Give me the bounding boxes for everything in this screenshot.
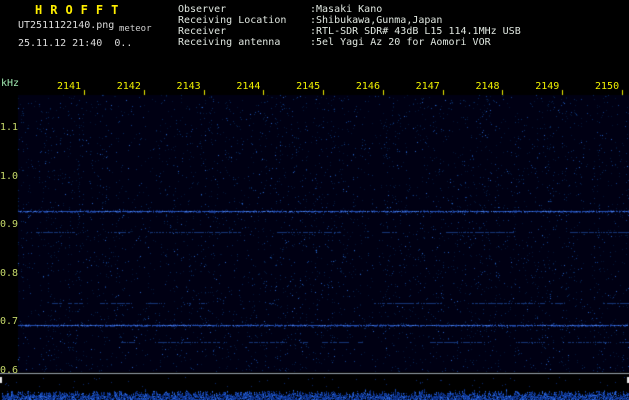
observation-mode: meteor <box>119 24 152 34</box>
time-tick-label: 2149 <box>535 81 560 92</box>
freq-tick-label: 0.9 <box>0 219 19 230</box>
timestamp: 25.11.12 21:40 0.. <box>18 38 133 49</box>
station-info-label: Observer <box>178 4 227 15</box>
time-tick-label: 2144 <box>236 81 261 92</box>
time-tick-label: 2143 <box>176 81 201 92</box>
freq-tick-label: 1.1 <box>0 122 19 133</box>
output-filename: UT2511122140.png <box>18 20 115 31</box>
time-tick-label: 2147 <box>415 81 440 92</box>
station-info-value: :5el Yagi Az 20 for Aomori VOR <box>310 37 491 48</box>
time-tick-label: 2145 <box>296 81 321 92</box>
station-info-label: Receiving Location <box>178 15 287 26</box>
time-tick-label: 2142 <box>116 81 141 92</box>
time-tick-label: 2141 <box>57 81 82 92</box>
station-info-value: :Shibukawa,Gunma,Japan <box>310 15 443 26</box>
freq-tick-label: 0.7 <box>0 316 19 327</box>
freq-tick-label: 1.0 <box>0 171 19 182</box>
station-info-label: Receiver <box>178 26 227 37</box>
freq-axis-unit: kHz <box>1 78 20 89</box>
freq-tick-label: 0.8 <box>0 268 19 279</box>
station-info-label: Receiving antenna <box>178 37 281 48</box>
hrofft-window: HROFFT UT2511122140.png meteor 25.11.12 … <box>0 0 629 400</box>
time-tick-label: 2150 <box>595 81 620 92</box>
station-info-value: :RTL-SDR SDR# 43dB L15 114.1MHz USB <box>310 26 521 37</box>
time-tick-label: 2148 <box>475 81 500 92</box>
freq-tick-label: 0.6 <box>0 365 19 376</box>
app-title: HROFFT <box>35 3 127 17</box>
station-info-value: :Masaki Kano <box>310 4 383 15</box>
spectrogram-canvas <box>0 0 629 400</box>
time-tick-label: 2146 <box>355 81 380 92</box>
